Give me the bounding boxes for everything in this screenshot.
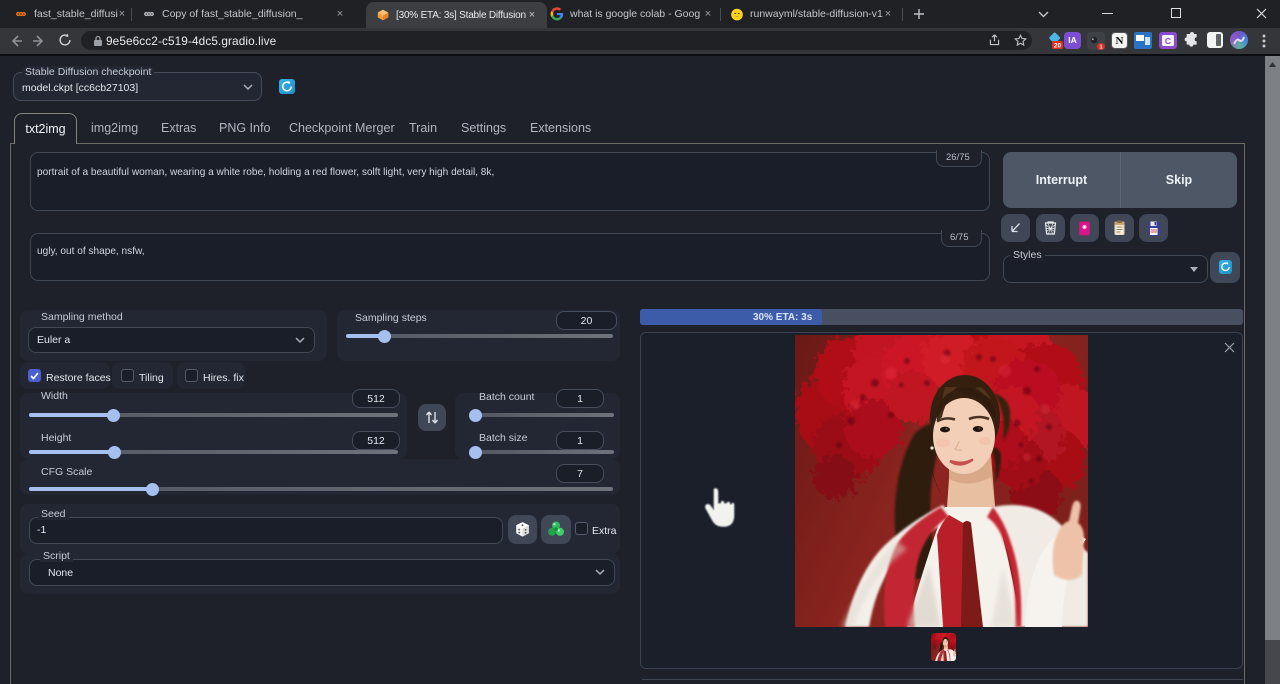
svg-text:20: 20	[1054, 43, 1062, 50]
svg-text:1: 1	[1099, 44, 1102, 50]
svg-text:C: C	[1165, 36, 1171, 46]
